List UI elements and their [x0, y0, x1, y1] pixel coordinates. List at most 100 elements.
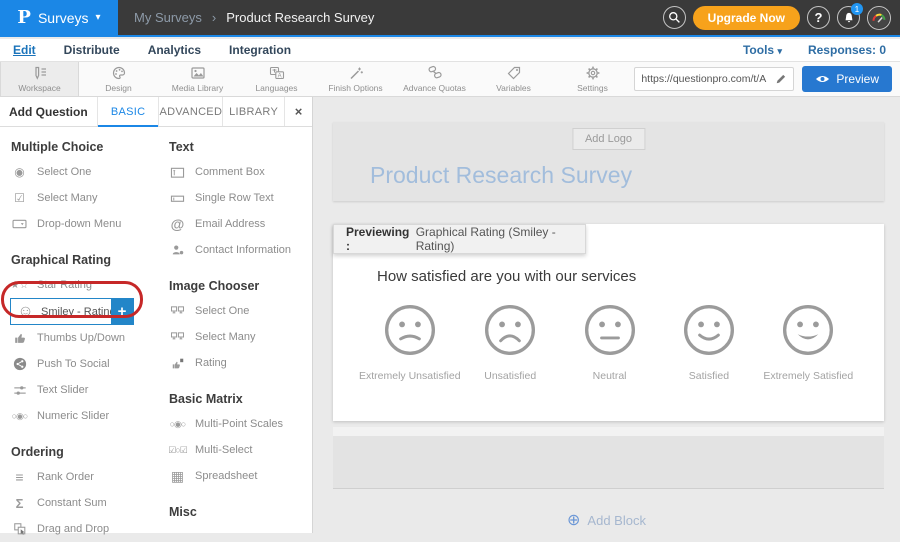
tab-distribute[interactable]: Distribute: [64, 43, 120, 57]
add-block-button[interactable]: ⊕ Add Block: [313, 510, 900, 530]
star-icon: ★☆: [10, 280, 29, 291]
section-image-chooser: Image Chooser: [169, 279, 303, 293]
gear-icon: [585, 65, 601, 81]
qtype-email-address[interactable]: @ Email Address: [168, 211, 303, 237]
toolbar-variables[interactable]: Variables: [474, 62, 553, 96]
edit-pencil-icon[interactable]: [775, 73, 787, 85]
translate-icon: A: [269, 65, 285, 81]
qtype-multi-point-scales[interactable]: ○◉○ Multi-Point Scales: [168, 411, 303, 437]
smiley-face-smile-icon: [681, 302, 737, 358]
app-label: Surveys: [38, 10, 89, 26]
smiley-option-extremely-satisfied[interactable]: Extremely Satisfied: [759, 302, 858, 382]
surveys-app-dropdown[interactable]: P Surveys ▾: [0, 0, 118, 35]
smiley-option-extremely-unsatisfied[interactable]: Extremely Unsatisfied: [359, 302, 461, 382]
wand-icon: [348, 65, 364, 81]
tab-basic[interactable]: BASIC: [97, 97, 159, 126]
tab-integration[interactable]: Integration: [229, 43, 291, 57]
caret-down-icon: ▾: [96, 12, 101, 23]
user-avatar[interactable]: [867, 6, 891, 30]
close-icon: ×: [295, 104, 303, 119]
qtype-numeric-slider[interactable]: ○◉○ Numeric Slider: [10, 403, 158, 429]
smiley-scale: Extremely Unsatisfied Unsatisfied Neutra…: [359, 302, 858, 382]
add-smiley-question-button[interactable]: +: [111, 299, 133, 324]
multipoint-icon: ○◉○: [168, 419, 187, 430]
builder-toolbar: Workspace Design Media Library A Languag…: [0, 62, 900, 97]
survey-title[interactable]: Product Research Survey: [370, 162, 632, 189]
qtype-spreadsheet[interactable]: ▦ Spreadsheet: [168, 463, 303, 489]
notifications-button[interactable]: 1: [837, 6, 860, 29]
qtype-select-many[interactable]: ☑ Select Many: [10, 185, 158, 211]
qtype-thumbs-up-down[interactable]: Thumbs Up/Down: [10, 325, 158, 351]
qtype-push-to-social[interactable]: Push To Social: [10, 351, 158, 377]
qtype-constant-sum[interactable]: Σ Constant Sum: [10, 490, 158, 516]
toolbar-workspace[interactable]: Workspace: [0, 62, 79, 96]
preview-button[interactable]: Preview: [802, 66, 892, 92]
gauge-avatar-icon: [868, 7, 890, 29]
image-rating-icon: [168, 357, 187, 370]
qtype-text-slider[interactable]: Text Slider: [10, 377, 158, 403]
qtype-dropdown-menu[interactable]: Drop-down Menu: [10, 211, 158, 237]
tab-analytics[interactable]: Analytics: [148, 43, 201, 57]
upgrade-now-button[interactable]: Upgrade Now: [693, 6, 800, 30]
empty-block-placeholder: [333, 427, 884, 489]
smiley-face-neutral-icon: [582, 302, 638, 358]
smiley-icon: ☺: [16, 303, 35, 321]
toolbar-settings[interactable]: Settings: [553, 62, 632, 96]
qtype-image-select-many[interactable]: Select Many: [168, 324, 303, 350]
dragdrop-icon: [10, 522, 29, 536]
chevron-right-icon: ›: [212, 10, 216, 25]
qtype-contact-information[interactable]: Contact Information: [168, 237, 303, 263]
help-icon: ?: [815, 10, 823, 25]
singlerow-icon: [168, 192, 187, 205]
thumb-icon: [10, 331, 29, 345]
tab-edit[interactable]: Edit: [13, 43, 36, 57]
question-text[interactable]: How satisfied are you with our services: [377, 268, 636, 285]
qtype-drag-and-drop[interactable]: Drag and Drop: [10, 516, 158, 542]
chain-links-icon: [427, 65, 443, 81]
help-button[interactable]: ?: [807, 6, 830, 29]
tab-library[interactable]: LIBRARY: [222, 97, 284, 126]
toolbar-media-library[interactable]: Media Library: [158, 62, 237, 96]
add-logo-button[interactable]: Add Logo: [572, 128, 645, 150]
qtype-rank-order[interactable]: ≡ Rank Order: [10, 464, 158, 490]
search-icon: [668, 11, 681, 24]
radio-list-icon: ◉: [10, 165, 29, 179]
share-icon: [10, 357, 29, 371]
rank-order-icon: ≡: [10, 469, 29, 485]
dropdown-icon: [10, 218, 29, 230]
qtype-image-select-one[interactable]: Select One: [168, 298, 303, 324]
question-preview-card: Previewing : Graphical Rating (Smiley - …: [333, 224, 884, 421]
smiley-option-neutral[interactable]: Neutral: [560, 302, 659, 382]
responses-link[interactable]: Responses: 0: [808, 43, 886, 57]
section-multiple-choice: Multiple Choice: [11, 140, 158, 154]
smiley-option-satisfied[interactable]: Satisfied: [659, 302, 758, 382]
at-icon: @: [168, 216, 187, 232]
add-question-label: Add Question: [0, 97, 97, 126]
tools-dropdown[interactable]: Tools ▾: [743, 43, 782, 57]
search-button[interactable]: [663, 6, 686, 29]
qtype-image-rating[interactable]: Rating: [168, 350, 303, 376]
tab-advanced[interactable]: ADVANCED: [158, 97, 222, 126]
qtype-smiley-rating-selected[interactable]: ☺ Smiley - Rating +: [10, 298, 134, 325]
smiley-face-frown-icon: [482, 302, 538, 358]
commentbox-icon: [168, 166, 187, 179]
toolbar-finish-options[interactable]: Finish Options: [316, 62, 395, 96]
circle-plus-icon: ⊕: [567, 510, 580, 530]
close-panel-button[interactable]: ×: [284, 97, 312, 126]
toolbar-design[interactable]: Design: [79, 62, 158, 96]
breadcrumb-my-surveys[interactable]: My Surveys: [134, 10, 202, 25]
add-question-panel: Add Question BASIC ADVANCED LIBRARY × Mu…: [0, 97, 313, 533]
qtype-multi-select[interactable]: ☑○☑ Multi-Select: [168, 437, 303, 463]
qtype-comment-box[interactable]: Comment Box: [168, 159, 303, 185]
qtype-select-one[interactable]: ◉ Select One: [10, 159, 158, 185]
smiley-option-unsatisfied[interactable]: Unsatisfied: [461, 302, 560, 382]
breadcrumb-current-survey: Product Research Survey: [226, 10, 374, 25]
smiley-face-slight-frown-icon: [382, 302, 438, 358]
svg-text:A: A: [277, 73, 281, 79]
section-ordering: Ordering: [11, 445, 158, 459]
survey-url-input[interactable]: [641, 73, 771, 85]
toolbar-advance-quotas[interactable]: Advance Quotas: [395, 62, 474, 96]
toolbar-languages[interactable]: A Languages: [237, 62, 316, 96]
qtype-single-row-text[interactable]: Single Row Text: [168, 185, 303, 211]
qtype-star-rating[interactable]: ★☆ Star Rating: [10, 272, 158, 298]
